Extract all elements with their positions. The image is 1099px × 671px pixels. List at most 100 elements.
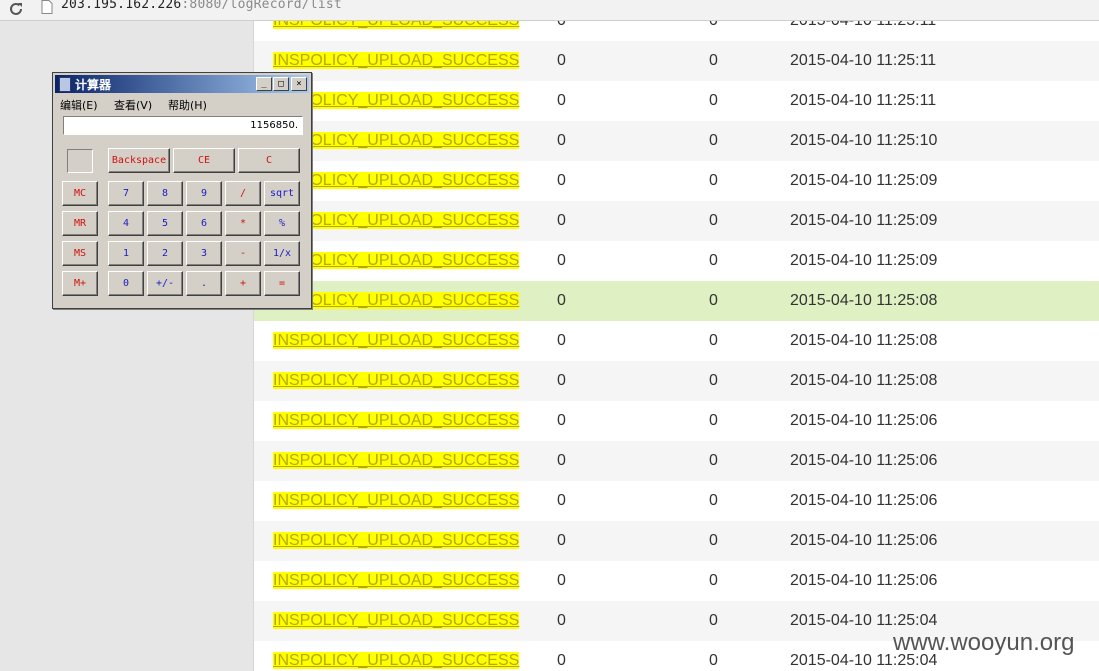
digit-9-button[interactable]: 9	[186, 181, 222, 206]
value-cell: 0	[709, 172, 718, 189]
log-type-cell: INSPOLICY_UPLOAD_SUCCESS	[273, 441, 520, 481]
value-cell: 0	[709, 252, 718, 269]
value-cell: 0	[709, 492, 718, 509]
clear-entry-button[interactable]: CE	[173, 148, 235, 173]
value-cell: 0	[709, 92, 718, 109]
value-cell: 0	[557, 132, 566, 149]
digit-5-button[interactable]: 5	[147, 211, 183, 236]
table-row: INSPOLICY_UPLOAD_SUCCESS002015-04-10 11:…	[254, 521, 1099, 561]
table-row: INSPOLICY_UPLOAD_SUCCESS002015-04-10 11:…	[254, 21, 1099, 41]
table-row: INSPOLICY_UPLOAD_SUCCESS002015-04-10 11:…	[254, 41, 1099, 81]
log-type-cell: INSPOLICY_UPLOAD_SUCCESS	[273, 601, 520, 641]
timestamp-cell: 2015-04-10 11:25:06	[790, 572, 938, 589]
value-cell: 0	[709, 412, 718, 429]
minimize-button[interactable]: _	[256, 77, 272, 91]
calculator-titlebar[interactable]: 计算器 _ □ ×	[55, 75, 309, 93]
memory-add-button[interactable]: M+	[62, 271, 98, 296]
reciprocal-button[interactable]: 1/x	[264, 241, 300, 266]
calculator-title: 计算器	[75, 78, 112, 92]
backspace-button[interactable]: Backspace	[108, 148, 170, 173]
log-type-link[interactable]: INSPOLICY_UPLOAD_SUCCESS	[273, 412, 520, 429]
memory-clear-button[interactable]: MC	[62, 181, 98, 206]
clear-button[interactable]: C	[238, 148, 300, 173]
calculator-window[interactable]: 计算器 _ □ × 编辑(E) 查看(V) 帮助(H) 1156850. Bac…	[52, 72, 312, 309]
log-type-link[interactable]: INSPOLICY_UPLOAD_SUCCESS	[273, 21, 520, 29]
digit-2-button[interactable]: 2	[147, 241, 183, 266]
divide-button[interactable]: /	[225, 181, 261, 206]
timestamp-cell: 2015-04-10 11:25:06	[790, 452, 938, 469]
table-row: INSPOLICY_UPLOAD_SUCCESS002015-04-10 11:…	[254, 81, 1099, 121]
table-row: INSPOLICY_UPLOAD_SUCCESS 0 0 2015-04-10 11:…	[254, 441, 1099, 481]
digit-7-button[interactable]: 7	[108, 181, 144, 206]
timestamp-cell: 2015-04-10 11:25:06	[790, 532, 938, 549]
value-cell: 0	[709, 652, 718, 669]
menu-help[interactable]: 帮助(H)	[168, 97, 207, 113]
value-cell: 0	[557, 372, 566, 389]
value-cell: 0	[557, 212, 566, 229]
timestamp-cell: 2015-04-10 11:25:10	[790, 132, 938, 149]
log-type-link[interactable]: INSPOLICY_UPLOAD_SUCCESS	[273, 332, 520, 349]
value-cell: 0	[709, 612, 718, 629]
log-type-cell: INSPOLICY_UPLOAD_SUCCESS	[273, 561, 520, 601]
memory-indicator	[67, 149, 93, 173]
value-cell: 0	[709, 21, 718, 41]
value-cell: 0	[709, 452, 718, 469]
calculator-display: 1156850.	[63, 116, 303, 135]
value-cell: 0	[709, 212, 718, 229]
table-row: INSPOLICY_UPLOAD_SUCCESS002015-04-10 11:…	[254, 241, 1099, 281]
value-cell: 0	[709, 292, 718, 309]
log-type-link[interactable]: INSPOLICY_UPLOAD_SUCCESS	[273, 492, 520, 509]
value-cell: 0	[557, 452, 566, 469]
log-type-link[interactable]: INSPOLICY_UPLOAD_SUCCESS	[273, 612, 520, 629]
log-type-cell: INSPOLICY_UPLOAD_SUCCESS	[273, 361, 520, 401]
percent-button[interactable]: %	[264, 211, 300, 236]
sign-toggle-button[interactable]: +/-	[147, 271, 183, 296]
digit-0-button[interactable]: 0	[108, 271, 144, 296]
table-row: INSPOLICY_UPLOAD_SUCCESS002015-04-10 11:…	[254, 321, 1099, 361]
log-type-link[interactable]: INSPOLICY_UPLOAD_SUCCESS	[273, 372, 520, 389]
timestamp-cell: 2015-04-10 11:25:09	[790, 252, 938, 269]
value-cell: 0	[557, 572, 566, 589]
digit-6-button[interactable]: 6	[186, 211, 222, 236]
table-row: INSPOLICY_UPLOAD_SUCCESS002015-04-10 11:…	[254, 201, 1099, 241]
multiply-button[interactable]: *	[225, 211, 261, 236]
log-type-link[interactable]: INSPOLICY_UPLOAD_SUCCESS	[273, 652, 520, 669]
memory-store-button[interactable]: MS	[62, 241, 98, 266]
menu-view[interactable]: 查看(V)	[114, 97, 152, 113]
reload-icon[interactable]	[8, 1, 24, 17]
timestamp-cell: 2015-04-10 11:25:06	[790, 412, 938, 429]
value-cell: 0	[557, 412, 566, 429]
digit-1-button[interactable]: 1	[108, 241, 144, 266]
url-path: :8080/logRecord/list	[181, 0, 342, 12]
value-cell: 0	[709, 52, 718, 69]
timestamp-cell: 2015-04-10 11:25:09	[790, 212, 938, 229]
log-type-link[interactable]: INSPOLICY_UPLOAD_SUCCESS	[273, 452, 520, 469]
value-cell: 0	[557, 252, 566, 269]
calculator-icon	[59, 77, 71, 92]
sqrt-button[interactable]: sqrt	[264, 181, 300, 206]
value-cell: 0	[557, 172, 566, 189]
menu-edit[interactable]: 编辑(E)	[60, 97, 98, 113]
decimal-point-button[interactable]: .	[186, 271, 222, 296]
digit-3-button[interactable]: 3	[186, 241, 222, 266]
close-button[interactable]: ×	[291, 77, 307, 91]
log-type-cell: INSPOLICY_UPLOAD_SUCCESS	[273, 521, 520, 561]
log-type-link[interactable]: INSPOLICY_UPLOAD_SUCCESS	[273, 532, 520, 549]
digit-8-button[interactable]: 8	[147, 181, 183, 206]
log-type-link[interactable]: INSPOLICY_UPLOAD_SUCCESS	[273, 572, 520, 589]
log-type-link[interactable]: INSPOLICY_UPLOAD_SUCCESS	[273, 52, 520, 69]
value-cell: 0	[709, 572, 718, 589]
add-button[interactable]: +	[225, 271, 261, 296]
subtract-button[interactable]: -	[225, 241, 261, 266]
equals-button[interactable]: =	[264, 271, 300, 296]
log-type-cell: INSPOLICY_UPLOAD_SUCCESS	[273, 21, 520, 41]
log-type-cell: INSPOLICY_UPLOAD_SUCCESS	[273, 481, 520, 521]
value-cell: 0	[709, 332, 718, 349]
value-cell: 0	[557, 52, 566, 69]
digit-4-button[interactable]: 4	[108, 211, 144, 236]
memory-recall-button[interactable]: MR	[62, 211, 98, 236]
url-field[interactable]: 203.195.162.226:8080/logRecord/list	[61, 0, 342, 12]
value-cell: 0	[709, 532, 718, 549]
table-row: INSPOLICY_UPLOAD_SUCCESS002015-04-10 11:…	[254, 481, 1099, 521]
maximize-button[interactable]: □	[273, 77, 289, 91]
